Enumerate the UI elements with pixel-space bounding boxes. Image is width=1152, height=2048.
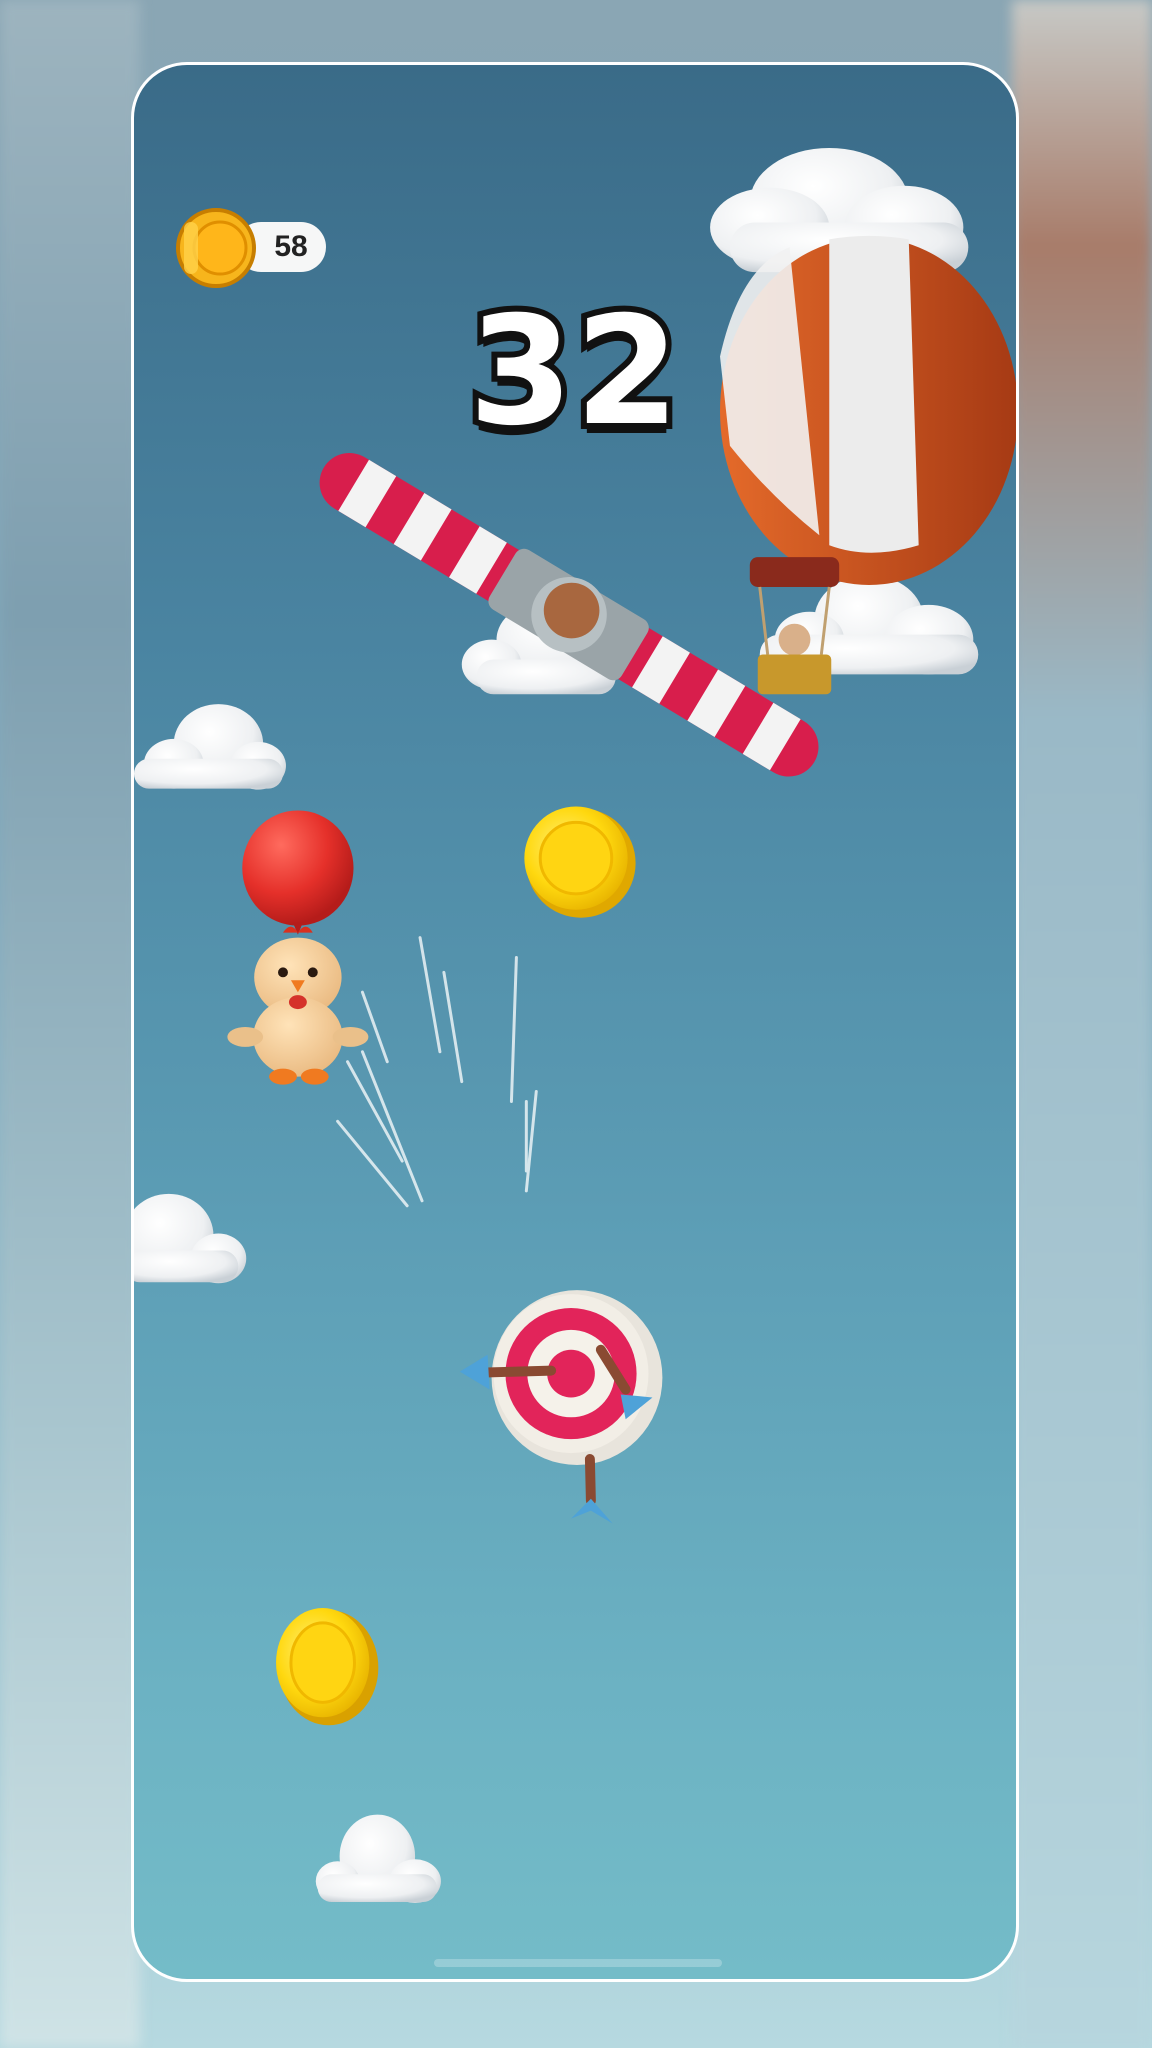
- home-indicator[interactable]: [434, 1959, 722, 1967]
- game-screen[interactable]: 58 32: [131, 62, 1019, 1982]
- cloud-bottom: [315, 1814, 441, 1904]
- coin-count: 58: [274, 230, 308, 263]
- coin-pickup: [276, 1608, 379, 1726]
- chicken-player: [227, 810, 369, 1085]
- gold-coin-icon: [176, 208, 256, 288]
- cloud-mid-left: [134, 704, 286, 790]
- dartboard-obstacle: [459, 1290, 663, 1524]
- coin-pickup: [524, 806, 636, 918]
- score-display: 32: [463, 279, 686, 465]
- motion-lines: [336, 936, 538, 1208]
- cloud-lower-left: [134, 1193, 247, 1284]
- background-blur-right: [1012, 0, 1152, 2048]
- background-blur-left: [0, 0, 140, 2048]
